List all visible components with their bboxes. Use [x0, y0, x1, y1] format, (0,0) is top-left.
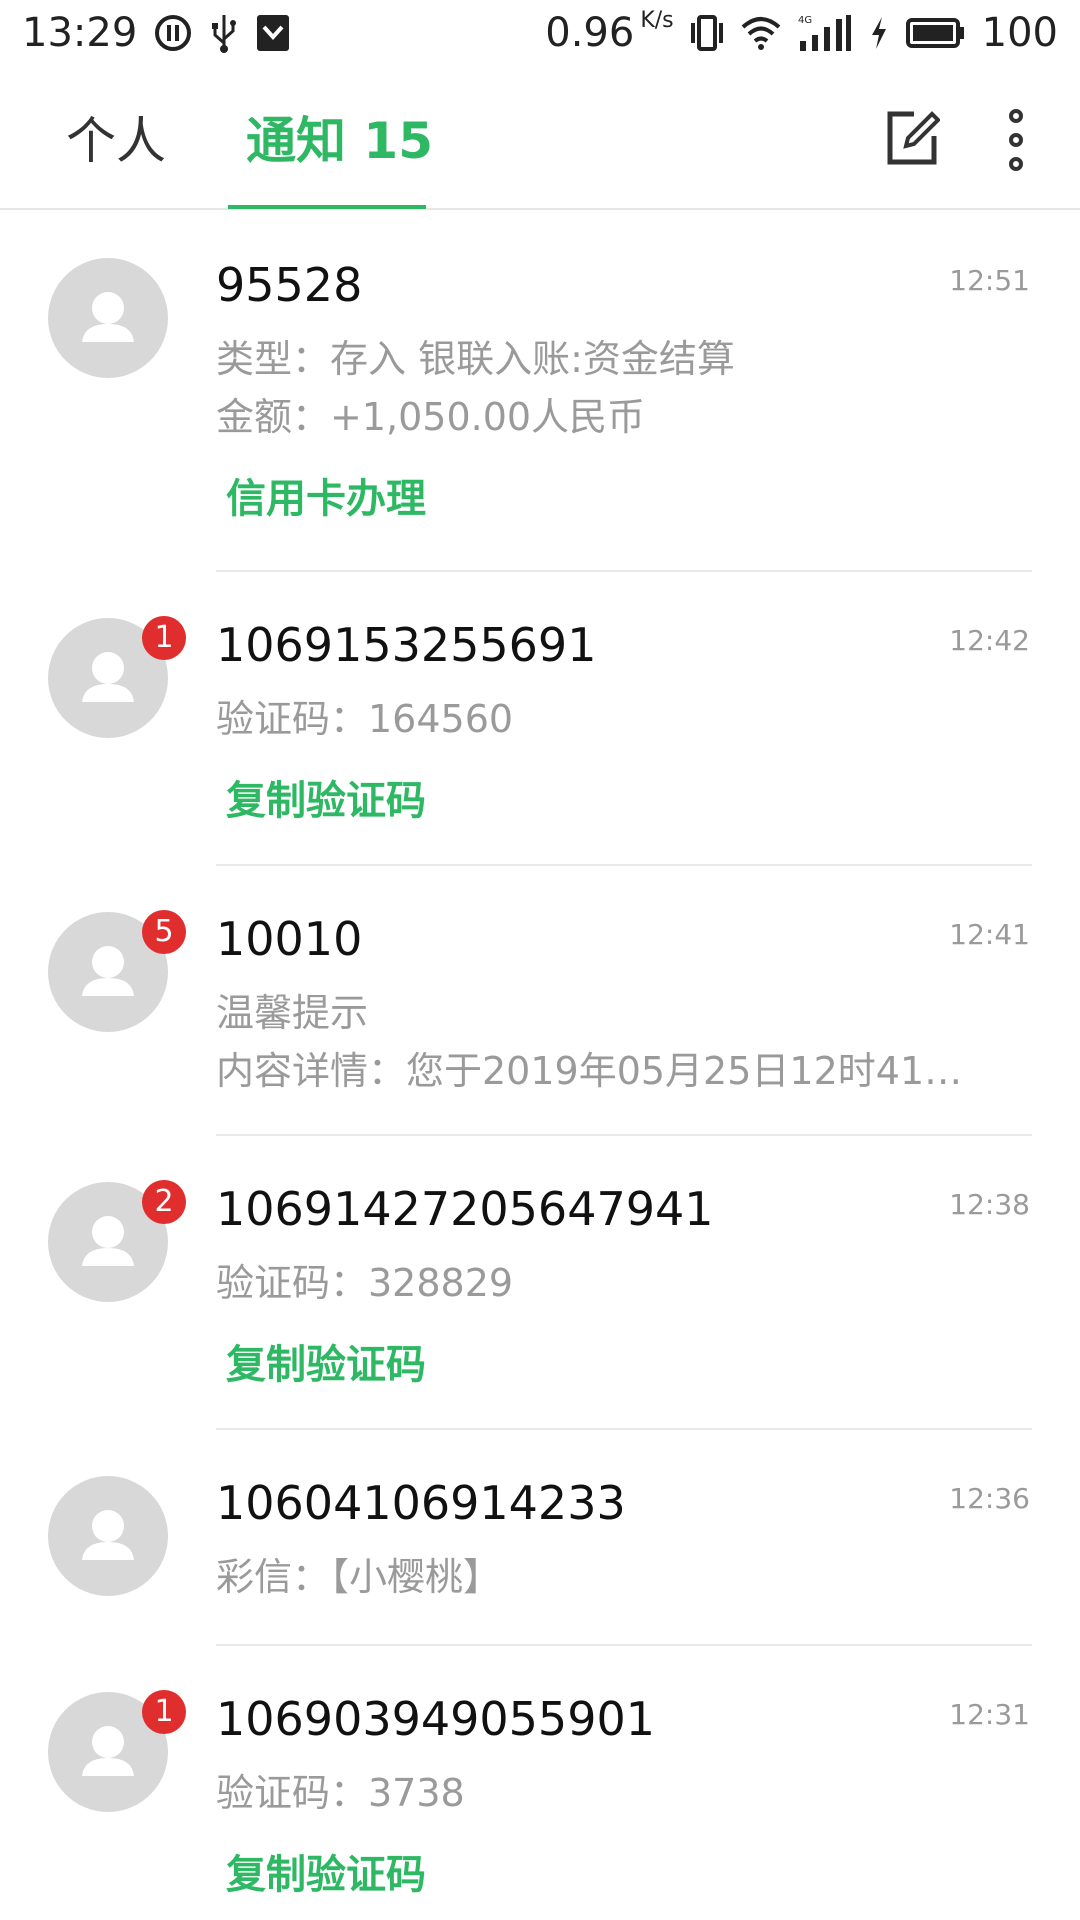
avatar[interactable] — [48, 258, 168, 378]
shield-icon — [255, 13, 291, 53]
network-speed-unit: K/s — [640, 8, 674, 33]
message-time: 12:38 — [949, 1188, 1030, 1221]
more-options-button[interactable] — [1000, 108, 1032, 172]
wifi-icon — [740, 15, 782, 51]
message-preview-line: 温馨提示 — [216, 991, 369, 1035]
unread-badge: 1 — [142, 1690, 186, 1734]
network-speed-value: 0.96 — [545, 10, 635, 56]
person-icon — [82, 292, 134, 342]
message-action-button[interactable]: 信用卡办理 — [226, 466, 426, 524]
app-header: 个人 通知 15 — [0, 70, 1080, 210]
message-item[interactable]: 95528 12:51 类型：存入 银联入账:资金结算 金额：+1,050.00人民币… — [0, 212, 1080, 570]
message-action-button[interactable]: 复制验证码 — [226, 1842, 426, 1900]
compose-button[interactable] — [884, 108, 941, 168]
message-preview-line: 彩信：【小樱桃】 — [216, 1555, 502, 1599]
message-sender: 106903949055901 — [216, 1692, 655, 1746]
battery-icon — [905, 16, 966, 50]
more-vert-icon — [1009, 109, 1023, 171]
signal-4g-icon: 4G — [798, 13, 852, 53]
message-preview-line: 类型：存入 银联入账:资金结算 — [216, 337, 735, 381]
pause-circle-icon — [153, 13, 193, 53]
unread-badge: 2 — [142, 1180, 186, 1224]
message-time: 12:41 — [949, 918, 1030, 951]
unread-badge: 1 — [142, 616, 186, 660]
message-preview-line: 验证码：328829 — [216, 1261, 514, 1305]
usb-icon — [209, 13, 239, 53]
message-preview-line: 内容详情：您于2019年05月25日12时41… — [216, 1049, 963, 1093]
avatar[interactable] — [48, 1476, 168, 1596]
unread-badge: 5 — [142, 910, 186, 954]
message-preview-line: 金额：+1,050.00人民币 — [216, 395, 646, 439]
message-sender: 10010 — [216, 912, 363, 966]
message-sender: 10691427205647941 — [216, 1182, 714, 1236]
message-time: 12:31 — [949, 1698, 1030, 1731]
tab-notifications[interactable]: 通知 15 — [246, 106, 433, 176]
message-item[interactable]: 1 1069153255691 12:42 验证码：164560 复制验证码 — [0, 572, 1080, 864]
message-item[interactable]: 1 106903949055901 12:31 验证码：3738 复制验证码 — [0, 1646, 1080, 1916]
person-icon — [82, 1510, 134, 1560]
battery-percent: 100 — [981, 10, 1058, 56]
active-tab-indicator — [228, 205, 426, 209]
message-preview-line: 验证码：164560 — [216, 697, 514, 741]
message-sender: 1069153255691 — [216, 618, 597, 672]
message-action-button[interactable]: 复制验证码 — [226, 1332, 426, 1390]
tab-personal[interactable]: 个人 — [66, 106, 166, 176]
message-preview-line: 验证码：3738 — [216, 1771, 465, 1815]
compose-icon — [887, 111, 941, 165]
message-sender: 10604106914233 — [216, 1476, 626, 1530]
message-item[interactable]: 10604106914233 12:36 彩信：【小樱桃】 — [0, 1430, 1080, 1644]
vibrate-icon — [690, 15, 724, 51]
status-time: 13:29 — [22, 10, 138, 56]
message-item[interactable]: 2 10691427205647941 12:38 验证码：328829 复制验证码 — [0, 1136, 1080, 1428]
charging-icon — [868, 15, 890, 51]
message-action-button[interactable]: 复制验证码 — [226, 768, 426, 826]
status-bar: 13:29 0.96 K/s 4G 100 — [0, 0, 1080, 66]
message-sender: 95528 — [216, 258, 363, 312]
network-speed: 0.96 K/s — [545, 8, 674, 56]
message-time: 12:51 — [949, 264, 1030, 297]
svg-text:4G: 4G — [798, 15, 812, 26]
message-time: 12:36 — [949, 1482, 1030, 1515]
message-item[interactable]: 5 10010 12:41 温馨提示内容详情：您于2019年05月25日12时41… — [0, 866, 1080, 1134]
message-time: 12:42 — [949, 624, 1030, 657]
